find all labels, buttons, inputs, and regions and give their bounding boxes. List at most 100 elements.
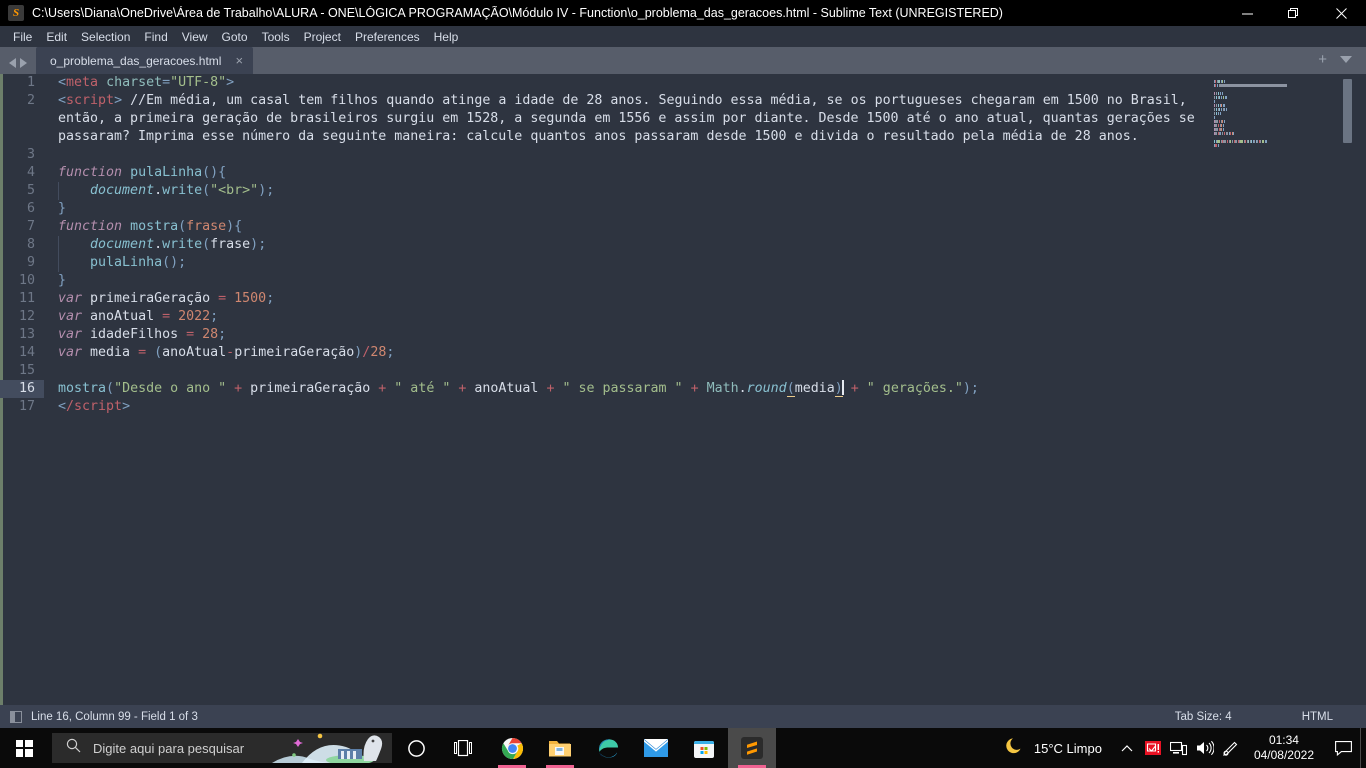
pen-icon[interactable]	[1218, 728, 1244, 768]
warning-icon[interactable]	[1140, 728, 1166, 768]
minimap-segment	[1220, 124, 1222, 127]
token-tag: meta	[66, 75, 99, 90]
code-line[interactable]: 10}	[0, 272, 1210, 290]
menu-item-tools[interactable]: Tools	[255, 28, 297, 46]
show-desktop-button[interactable]	[1360, 728, 1366, 768]
token-kw: var	[58, 327, 83, 342]
token-num: 28	[370, 345, 387, 360]
menu-item-selection[interactable]: Selection	[74, 28, 137, 46]
menu-item-goto[interactable]: Goto	[215, 28, 255, 46]
minimize-button[interactable]	[1224, 0, 1270, 26]
code-line[interactable]: 15	[0, 362, 1210, 380]
tab-close-icon[interactable]: ×	[235, 54, 243, 67]
token-str: "UTF-8"	[170, 75, 227, 90]
sidebar-toggle-icon[interactable]	[10, 710, 22, 723]
code-line[interactable]: 5 document.write("<br>");	[0, 182, 1210, 200]
microsoft-store-icon[interactable]	[680, 728, 728, 768]
start-button[interactable]	[0, 728, 48, 768]
code-line[interactable]: 16 mostra("Desde o ano " + primeiraGeraçã…	[0, 380, 1210, 398]
code-line[interactable]: 8 document.write(frase);	[0, 236, 1210, 254]
maximize-button[interactable]	[1270, 0, 1316, 26]
task-view-icon[interactable]	[440, 728, 488, 768]
minimap-segment	[1219, 96, 1221, 99]
token-punc: (	[178, 219, 187, 234]
new-tab-icon[interactable]: +	[1318, 52, 1327, 67]
code-line[interactable]: 17 </script>	[0, 398, 1210, 416]
minimap-segment	[1221, 80, 1224, 83]
minimap-segment	[1218, 80, 1220, 83]
microsoft-edge-icon[interactable]	[584, 728, 632, 768]
code-text: var media = (anoAtual-primeiraGeração)/2…	[44, 344, 1210, 362]
token-op: -	[226, 345, 235, 360]
code-line[interactable]: 7 function mostra(frase){	[0, 218, 1210, 236]
menu-item-edit[interactable]: Edit	[39, 28, 74, 46]
token-kw: function	[58, 165, 123, 180]
close-button[interactable]	[1316, 0, 1366, 26]
notification-center-button[interactable]	[1326, 728, 1360, 768]
menu-item-project[interactable]: Project	[297, 28, 348, 46]
file-explorer-icon[interactable]	[536, 728, 584, 768]
code-line[interactable]: 4 function pulaLinha(){	[0, 164, 1210, 182]
minimap-segment	[1217, 92, 1220, 95]
token-str: " se passaram "	[562, 381, 683, 396]
sublime-text-icon[interactable]	[728, 728, 776, 768]
code-line[interactable]: 6}	[0, 200, 1210, 218]
menu-item-find[interactable]: Find	[137, 28, 174, 46]
token-punc: >	[122, 399, 131, 414]
code-line[interactable]: 1 <meta charset="UTF-8">	[0, 74, 1210, 92]
token-comment: //Em média, um casal tem filhos quando a…	[58, 93, 1203, 144]
code-line[interactable]: 2 <script> //Em média, um casal tem filho…	[0, 92, 1210, 146]
chevron-up-icon[interactable]	[1114, 728, 1140, 768]
token-str: "Desde o ano "	[114, 381, 227, 396]
weather-widget[interactable]: 15°C Limpo	[994, 736, 1114, 760]
minimap-segment	[1214, 92, 1216, 95]
line-number: 3	[26, 147, 35, 162]
tab-o-problema-das-geracoes[interactable]: o_problema_das_geracoes.html ×	[36, 47, 254, 74]
token-punc: ;	[970, 381, 979, 396]
minimap-segment	[1251, 140, 1252, 143]
volume-icon[interactable]	[1192, 728, 1218, 768]
menu-item-file[interactable]: File	[6, 28, 39, 46]
minimap[interactable]	[1210, 74, 1366, 705]
code-view[interactable]: 1 <meta charset="UTF-8"> 2 <script> //Em mé…	[0, 74, 1210, 705]
token-num: 1500	[234, 291, 267, 306]
chevron-down-icon[interactable]	[1340, 56, 1352, 63]
tab-bar: o_problema_das_geracoes.html × +	[0, 47, 1366, 74]
token-plain: anoAtual	[162, 345, 227, 360]
system-tray: 15°C Limpo 01:34 04/08/2022	[994, 728, 1366, 768]
menu-item-view[interactable]: View	[175, 28, 215, 46]
minimap-segment	[1217, 104, 1219, 107]
token-punc: ;	[210, 309, 219, 324]
taskbar-clock[interactable]: 01:34 04/08/2022	[1244, 733, 1326, 763]
token-punc: {	[234, 219, 243, 234]
minimap-segment	[1215, 144, 1217, 147]
code-line[interactable]: 12 var anoAtual = 2022;	[0, 308, 1210, 326]
menu-item-help[interactable]: Help	[427, 28, 466, 46]
network-icon[interactable]	[1166, 728, 1192, 768]
code-line[interactable]: 13 var idadeFilhos = 28;	[0, 326, 1210, 344]
code-line[interactable]: 3	[0, 146, 1210, 164]
code-line[interactable]: 11 var primeiraGeração = 1500;	[0, 290, 1210, 308]
menu-item-preferences[interactable]: Preferences	[348, 28, 427, 46]
code-line[interactable]: 14 var media = (anoAtual-primeiraGeração)…	[0, 344, 1210, 362]
tab-size-label[interactable]: Tab Size: 4	[1175, 711, 1232, 723]
line-number: 12	[18, 309, 35, 324]
title-bar: S C:\Users\Diana\OneDrive\Área de Trabal…	[0, 0, 1366, 26]
cortana-icon[interactable]	[392, 728, 440, 768]
syntax-label[interactable]: HTML	[1302, 711, 1333, 723]
tab-next-arrow-icon[interactable]	[20, 58, 27, 68]
editor-area[interactable]: 1 <meta charset="UTF-8"> 2 <script> //Em mé…	[0, 74, 1366, 705]
code-line[interactable]: 9 pulaLinha();	[0, 254, 1210, 272]
tab-prev-arrow-icon[interactable]	[9, 58, 16, 68]
minimap-scrollbar[interactable]	[1343, 79, 1352, 143]
minimap-segment	[1214, 108, 1215, 111]
google-chrome-icon[interactable]	[488, 728, 536, 768]
mail-icon[interactable]	[632, 728, 680, 768]
taskbar-search-box[interactable]: Digite aqui para pesquisar	[52, 733, 392, 763]
